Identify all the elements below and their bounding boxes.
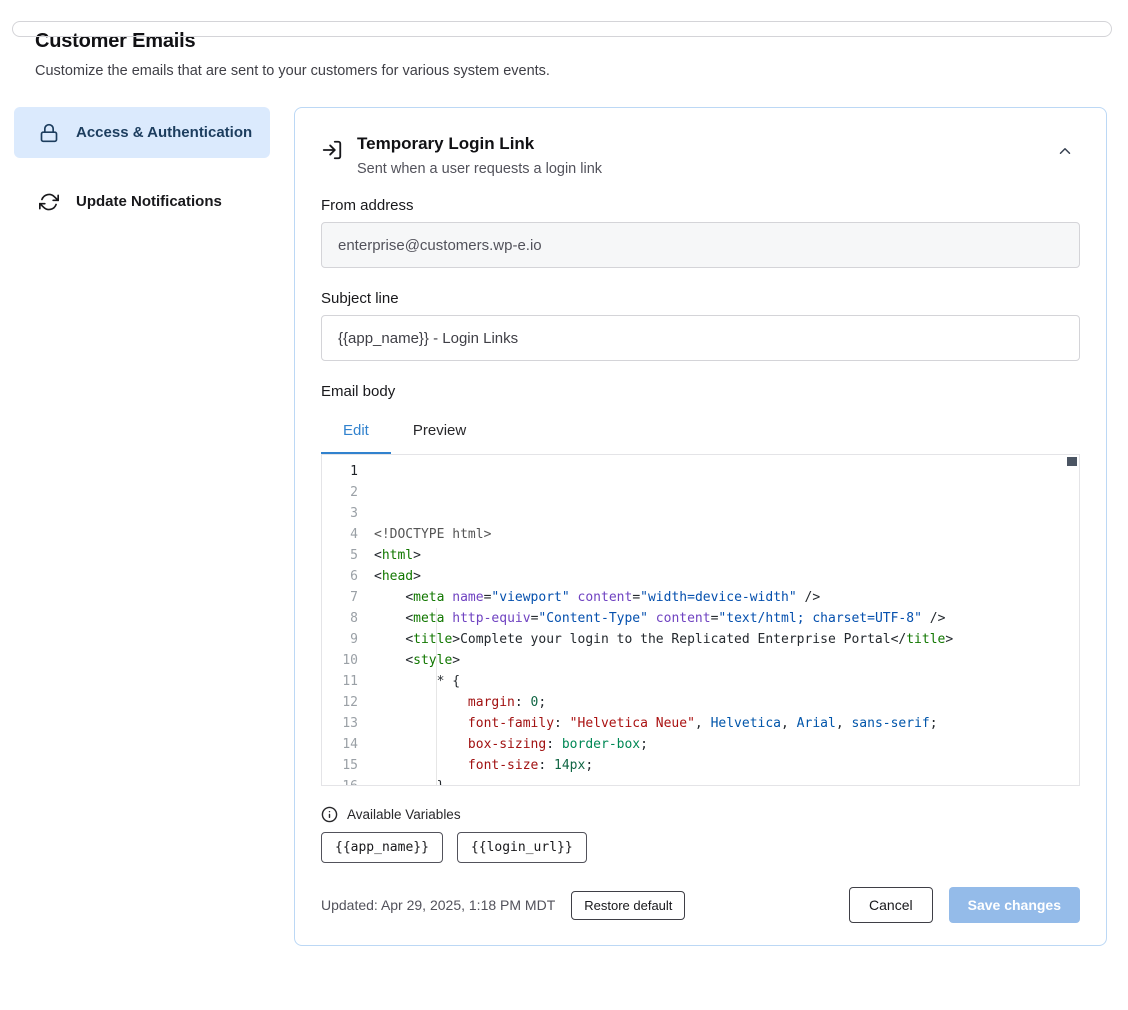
tab-edit[interactable]: Edit [321, 410, 391, 454]
line-number: 11 [322, 671, 368, 692]
restore-default-button[interactable]: Restore default [571, 891, 685, 920]
sidebar-item-access-authentication[interactable]: Access & Authentication [14, 107, 270, 158]
line-number: 7 [322, 587, 368, 608]
panel-title: Temporary Login Link [357, 134, 602, 154]
subject-line-input[interactable] [321, 315, 1080, 361]
sidebar-item-label: Access & Authentication [76, 121, 252, 144]
code-line: <meta http-equiv="Content-Type" content=… [374, 608, 1079, 629]
available-variables-label: Available Variables [347, 807, 461, 822]
login-icon [321, 139, 343, 161]
refresh-icon [38, 191, 60, 213]
collapse-button[interactable] [1050, 136, 1080, 166]
code-line: <!DOCTYPE html> [374, 524, 1079, 545]
sidebar-item-update-notifications[interactable]: Update Notifications [14, 176, 270, 227]
line-number: 2 [322, 482, 368, 503]
code-line: <html> [374, 545, 1079, 566]
panel-titles: Temporary Login Link Sent when a user re… [357, 134, 602, 177]
code-line: <style> [374, 650, 1079, 671]
line-number: 5 [322, 545, 368, 566]
line-number: 15 [322, 755, 368, 776]
line-number: 10 [322, 650, 368, 671]
updated-timestamp: Updated: Apr 29, 2025, 1:18 PM MDT [321, 897, 555, 913]
tab-preview[interactable]: Preview [391, 410, 488, 454]
cancel-button[interactable]: Cancel [849, 887, 933, 923]
email-body-label: Email body [321, 383, 1080, 400]
panel-header: Temporary Login Link Sent when a user re… [321, 134, 1080, 177]
line-number: 14 [322, 734, 368, 755]
line-number: 4 [322, 524, 368, 545]
main-layout: Access & Authentication Update Notificat… [14, 107, 1107, 946]
lock-icon [38, 122, 60, 144]
line-number: 13 [322, 713, 368, 734]
code-line: <title>Complete your login to the Replic… [374, 629, 1079, 650]
panel-subtitle: Sent when a user requests a login link [357, 161, 602, 177]
editor-gutter: 12345678910111213141516 [322, 455, 368, 785]
email-template-panel: Temporary Login Link Sent when a user re… [294, 107, 1107, 946]
line-number: 6 [322, 566, 368, 587]
line-number: 12 [322, 692, 368, 713]
code-line: <meta name="viewport" content="width=dev… [374, 587, 1079, 608]
line-number: 3 [322, 503, 368, 524]
line-number: 1 [322, 461, 368, 482]
editor-scrollbar-thumb[interactable] [1067, 457, 1077, 466]
info-icon [321, 806, 338, 823]
editor-tabs: Edit Preview [321, 410, 1080, 454]
code-editor[interactable]: 12345678910111213141516 <!DOCTYPE html><… [321, 454, 1080, 786]
from-address-input[interactable] [321, 222, 1080, 268]
code-line: <head> [374, 566, 1079, 587]
sidebar-item-label: Update Notifications [76, 190, 222, 213]
line-number: 16 [322, 776, 368, 786]
code-line: margin: 0; [374, 692, 1079, 713]
chevron-up-icon [1056, 142, 1074, 160]
from-address-label: From address [321, 197, 1080, 214]
line-number: 9 [322, 629, 368, 650]
sidebar: Access & Authentication Update Notificat… [14, 107, 270, 228]
variable-chip-login-url[interactable]: {{login_url}} [457, 832, 587, 863]
code-line: box-sizing: border-box; [374, 734, 1079, 755]
line-number: 8 [322, 608, 368, 629]
code-line: * { [374, 671, 1079, 692]
panel-footer: Updated: Apr 29, 2025, 1:18 PM MDT Resto… [321, 887, 1080, 923]
indent-guide [436, 608, 437, 785]
top-divider [12, 21, 1112, 37]
editor-code[interactable]: <!DOCTYPE html><html><head> <meta name="… [368, 455, 1079, 785]
code-line: font-family: "Helvetica Neue", Helvetica… [374, 713, 1079, 734]
page-subtitle: Customize the emails that are sent to yo… [35, 63, 1128, 79]
code-line: } [374, 776, 1079, 785]
subject-line-label: Subject line [321, 290, 1080, 307]
code-line: font-size: 14px; [374, 755, 1079, 776]
available-variables-row: Available Variables [321, 806, 1080, 823]
save-changes-button[interactable]: Save changes [949, 887, 1080, 923]
variable-chips: {{app_name}} {{login_url}} [321, 832, 1080, 863]
variable-chip-app-name[interactable]: {{app_name}} [321, 832, 443, 863]
